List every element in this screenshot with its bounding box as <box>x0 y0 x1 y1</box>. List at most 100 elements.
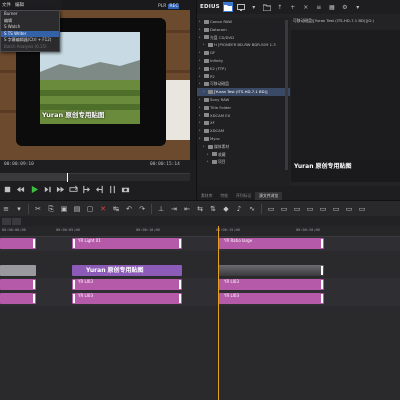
track-view-8-icon[interactable]: ▭ <box>356 203 368 215</box>
view-list-icon[interactable]: ≡ <box>314 2 324 12</box>
view-dropdown-icon[interactable]: ▾ <box>353 2 363 12</box>
folder-tree-node[interactable]: ▸ K2 (FTP) <box>197 65 290 73</box>
folder-tree-node[interactable]: ▸ XDCAM EX <box>197 112 290 120</box>
close-icon[interactable]: × <box>301 2 311 12</box>
timeline-ruler[interactable]: 00:00:00;00 00:00:05;00 00:00:10;00 00:0… <box>0 226 400 237</box>
timeline-clip[interactable] <box>0 265 36 276</box>
camera-icon[interactable] <box>120 184 131 195</box>
delete-icon[interactable]: ▢ <box>84 203 96 215</box>
menubar-item-edit[interactable]: 编辑 <box>15 2 24 8</box>
menu-item-subtitle-editor[interactable]: S 字幕编辑器(Ctrl + F12) <box>1 37 59 44</box>
view-grid-icon[interactable]: ▦ <box>327 2 337 12</box>
expand-arrow-icon[interactable]: ▸ <box>199 73 202 81</box>
timeline-clip[interactable] <box>0 279 36 290</box>
folder-tree-node[interactable]: ▸ 项目 <box>197 158 290 166</box>
track-view-7-icon[interactable]: ▭ <box>343 203 355 215</box>
rec-button[interactable]: REC <box>168 3 180 9</box>
folder-tree-node[interactable]: ▸ 收藏 <box>197 151 290 159</box>
play-icon[interactable] <box>28 184 40 195</box>
folder-tree-node[interactable]: ▸ Canon RAW <box>197 18 290 26</box>
expand-arrow-icon[interactable]: ▸ <box>199 34 202 42</box>
folder-tree-node[interactable]: ▸ [Yuran Test (ITS-HD-7.1 BD)] <box>197 88 290 96</box>
folder-tree-node[interactable]: ▸ 可移动磁盘 <box>197 80 290 88</box>
track-1t[interactable]: Yuran 原创专用贴图 <box>0 264 400 278</box>
expand-arrow-icon[interactable]: ▸ <box>199 104 202 112</box>
marker-icon[interactable]: ◆ <box>220 203 232 215</box>
audio-icon[interactable]: ♪ <box>233 203 245 215</box>
add-icon[interactable]: + <box>288 2 298 12</box>
monitor-icon[interactable] <box>236 2 246 12</box>
rewind-icon[interactable] <box>15 184 26 195</box>
timeline-clip[interactable]: YR LI03 <box>72 293 182 304</box>
mark-out-icon[interactable] <box>94 184 105 195</box>
sync-icon[interactable]: ⇅ <box>207 203 219 215</box>
sequence-tab[interactable] <box>12 217 21 225</box>
tree-scrollbar[interactable] <box>285 20 288 170</box>
track-3v[interactable]: YR LI03 YR LI03 <box>0 292 400 306</box>
clip-list-area[interactable] <box>291 30 400 160</box>
folder-tree-node[interactable]: ▸ Sony RAW <box>197 96 290 104</box>
clip-preview-box[interactable]: Yuran 原创专用贴图 <box>291 160 400 182</box>
ripple-mode-icon[interactable]: ⇆ <box>194 203 206 215</box>
redo-icon[interactable]: ↷ <box>136 203 148 215</box>
new-folder-icon[interactable] <box>262 2 272 12</box>
remove-icon[interactable]: ✕ <box>97 203 109 215</box>
waveform-icon[interactable]: ∿ <box>246 203 258 215</box>
expand-arrow-icon[interactable]: ▸ <box>199 57 202 65</box>
expand-arrow-icon[interactable]: ▸ <box>199 96 202 104</box>
ripple-icon[interactable]: ↹ <box>110 203 122 215</box>
save-icon[interactable]: ▤ <box>71 203 83 215</box>
timeline-playhead[interactable] <box>218 226 219 400</box>
tab-sequence-markers[interactable]: 序列标记 <box>232 192 255 200</box>
stop-icon[interactable] <box>2 184 13 195</box>
mark-in-icon[interactable] <box>81 184 92 195</box>
cut-icon[interactable]: ✂ <box>32 203 44 215</box>
expand-arrow-icon[interactable]: ▸ <box>203 88 206 96</box>
expand-arrow-icon[interactable]: ▸ <box>199 80 202 88</box>
expand-arrow-icon[interactable]: ▸ <box>203 143 206 151</box>
tab-effects[interactable]: 特效 <box>216 192 232 200</box>
timeline-title-clip[interactable]: Yuran 原创专用贴图 <box>72 265 182 276</box>
fast-forward-icon[interactable] <box>55 184 66 195</box>
snap-icon[interactable]: ⊥ <box>155 203 167 215</box>
arrow-up-icon[interactable]: ↑ <box>275 2 285 12</box>
timeline-clip[interactable]: YR LI03 <box>72 279 182 290</box>
timeline-clip[interactable]: YR Light 01 <box>72 238 182 249</box>
expand-arrow-icon[interactable]: ▸ <box>199 112 202 120</box>
track-view-4-icon[interactable]: ▭ <box>304 203 316 215</box>
expand-arrow-icon[interactable]: ▸ <box>207 151 210 159</box>
folder-tree-node[interactable]: ▸ Title Folder <box>197 104 290 112</box>
undo-icon[interactable]: ↶ <box>123 203 135 215</box>
folder-tree-node[interactable]: ▸ GF <box>197 49 290 57</box>
track-view-2-icon[interactable]: ▭ <box>278 203 290 215</box>
insert-icon[interactable]: ⇤ <box>181 203 193 215</box>
expand-arrow-icon[interactable]: ▸ <box>207 158 210 166</box>
menu-item-batch-analysis[interactable]: Batch Analysis (0.15) <box>1 44 59 51</box>
dropdown-icon[interactable]: ▾ <box>13 203 25 215</box>
paste-icon[interactable]: ▣ <box>58 203 70 215</box>
split-icon[interactable] <box>107 184 118 195</box>
expand-arrow-icon[interactable]: ▸ <box>203 41 206 49</box>
timeline-clip[interactable]: YR Ratio large <box>218 238 324 249</box>
scrub-bar[interactable] <box>0 173 190 182</box>
track-view-6-icon[interactable]: ▭ <box>330 203 342 215</box>
timeline-clip[interactable] <box>0 293 36 304</box>
folder-tree-node[interactable]: ▸ XDCAM <box>197 127 290 135</box>
step-forward-icon[interactable] <box>42 184 53 195</box>
folder-tree-node[interactable]: ▸ Mync <box>197 135 290 143</box>
plr-button[interactable]: PLR <box>158 4 166 9</box>
overwrite-icon[interactable]: ⇥ <box>168 203 180 215</box>
tab-source-browser[interactable]: 源文件浏览 <box>255 192 283 200</box>
folder-icon[interactable] <box>222 2 233 12</box>
settings-icon[interactable]: ⚙ <box>340 2 350 12</box>
track-2v[interactable]: YR LI03 YR LI03 <box>0 278 400 292</box>
dropdown-icon[interactable]: ▾ <box>249 2 259 12</box>
track-view-5-icon[interactable]: ▭ <box>317 203 329 215</box>
track-view-3-icon[interactable]: ▭ <box>291 203 303 215</box>
sequence-tab[interactable] <box>2 217 11 225</box>
folder-tree-node[interactable]: ▸ XF <box>197 119 290 127</box>
folder-tree-node[interactable]: ▸ Infinity <box>197 57 290 65</box>
expand-arrow-icon[interactable]: ▸ <box>199 26 202 34</box>
folder-tree-node[interactable]: ▸ Dataram <box>197 26 290 34</box>
track-1va[interactable]: YR Light 01 YR Ratio large <box>0 237 400 251</box>
